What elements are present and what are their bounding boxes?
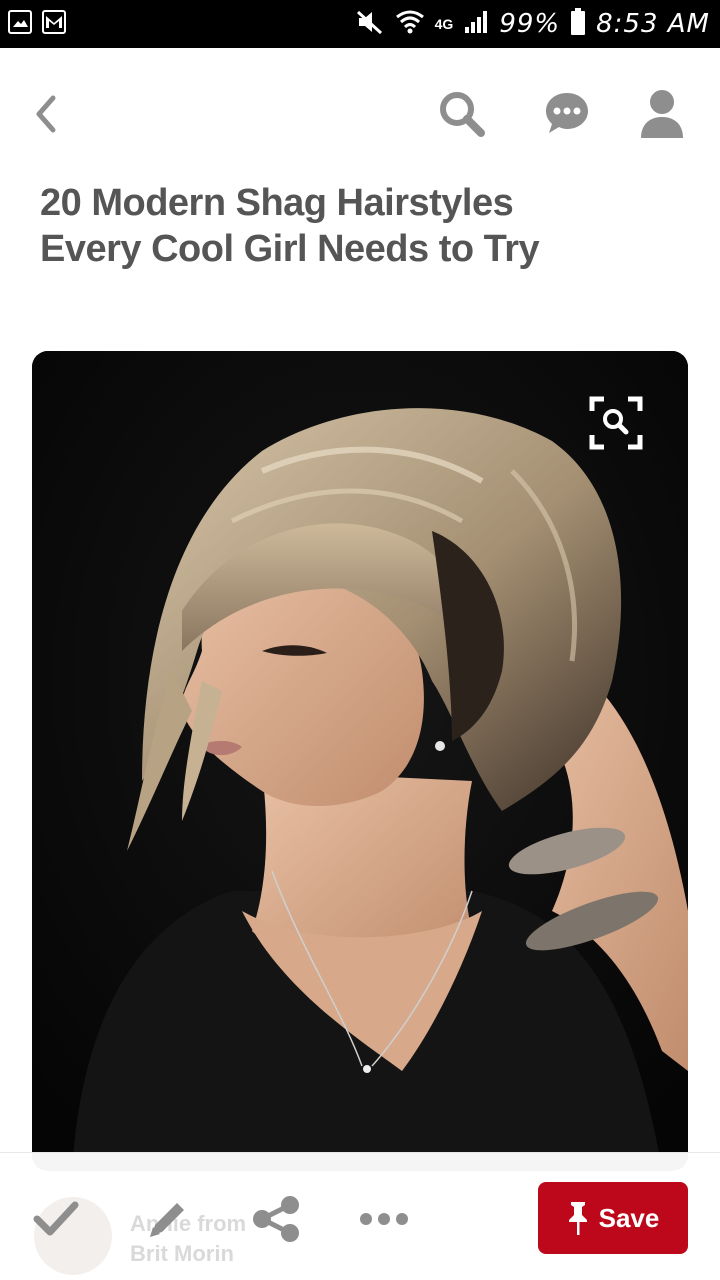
profile-button[interactable] [634, 86, 690, 142]
bottom-action-bar: Annie from Brit Morin Save [0, 1152, 720, 1280]
search-icon [440, 92, 485, 137]
edit-pencil-icon [150, 1203, 184, 1237]
pin-image[interactable] [32, 351, 688, 1171]
top-nav [0, 48, 720, 168]
hairstyle-photo [32, 351, 688, 1171]
back-icon [36, 95, 56, 133]
done-check-icon [33, 1201, 79, 1236]
share-button[interactable] [250, 1193, 302, 1245]
done-button[interactable] [30, 1193, 82, 1245]
messages-icon [546, 93, 588, 133]
visual-search-icon [589, 396, 643, 450]
wifi-icon [395, 9, 425, 40]
battery-icon [570, 7, 586, 41]
pin-title: 20 Modern Shag Hairstyles Every Cool Gir… [40, 182, 540, 270]
system-status: 4G 99% 8:53 AM [355, 6, 710, 42]
visual-search-button[interactable] [588, 395, 644, 451]
messages-button[interactable] [539, 86, 595, 142]
more-button[interactable] [358, 1193, 410, 1245]
mute-icon [355, 9, 385, 40]
search-button[interactable] [434, 86, 490, 142]
share-icon [253, 1196, 299, 1242]
clock: 8:53 AM [596, 9, 710, 39]
battery-percent: 99% [499, 9, 561, 39]
signal-icon [463, 9, 489, 40]
notification-icons [8, 10, 66, 34]
more-icon [360, 1213, 408, 1225]
save-label: Save [598, 1202, 660, 1233]
edit-button[interactable] [142, 1193, 194, 1245]
profile-icon [641, 90, 683, 138]
gallery-icon [8, 10, 32, 34]
gmail-icon [42, 10, 66, 34]
status-bar: 4G 99% 8:53 AM [0, 0, 720, 48]
pin-icon [568, 1202, 587, 1235]
network-type: 4G [434, 16, 454, 32]
save-button[interactable]: Save [538, 1182, 688, 1254]
back-button[interactable] [18, 86, 74, 142]
